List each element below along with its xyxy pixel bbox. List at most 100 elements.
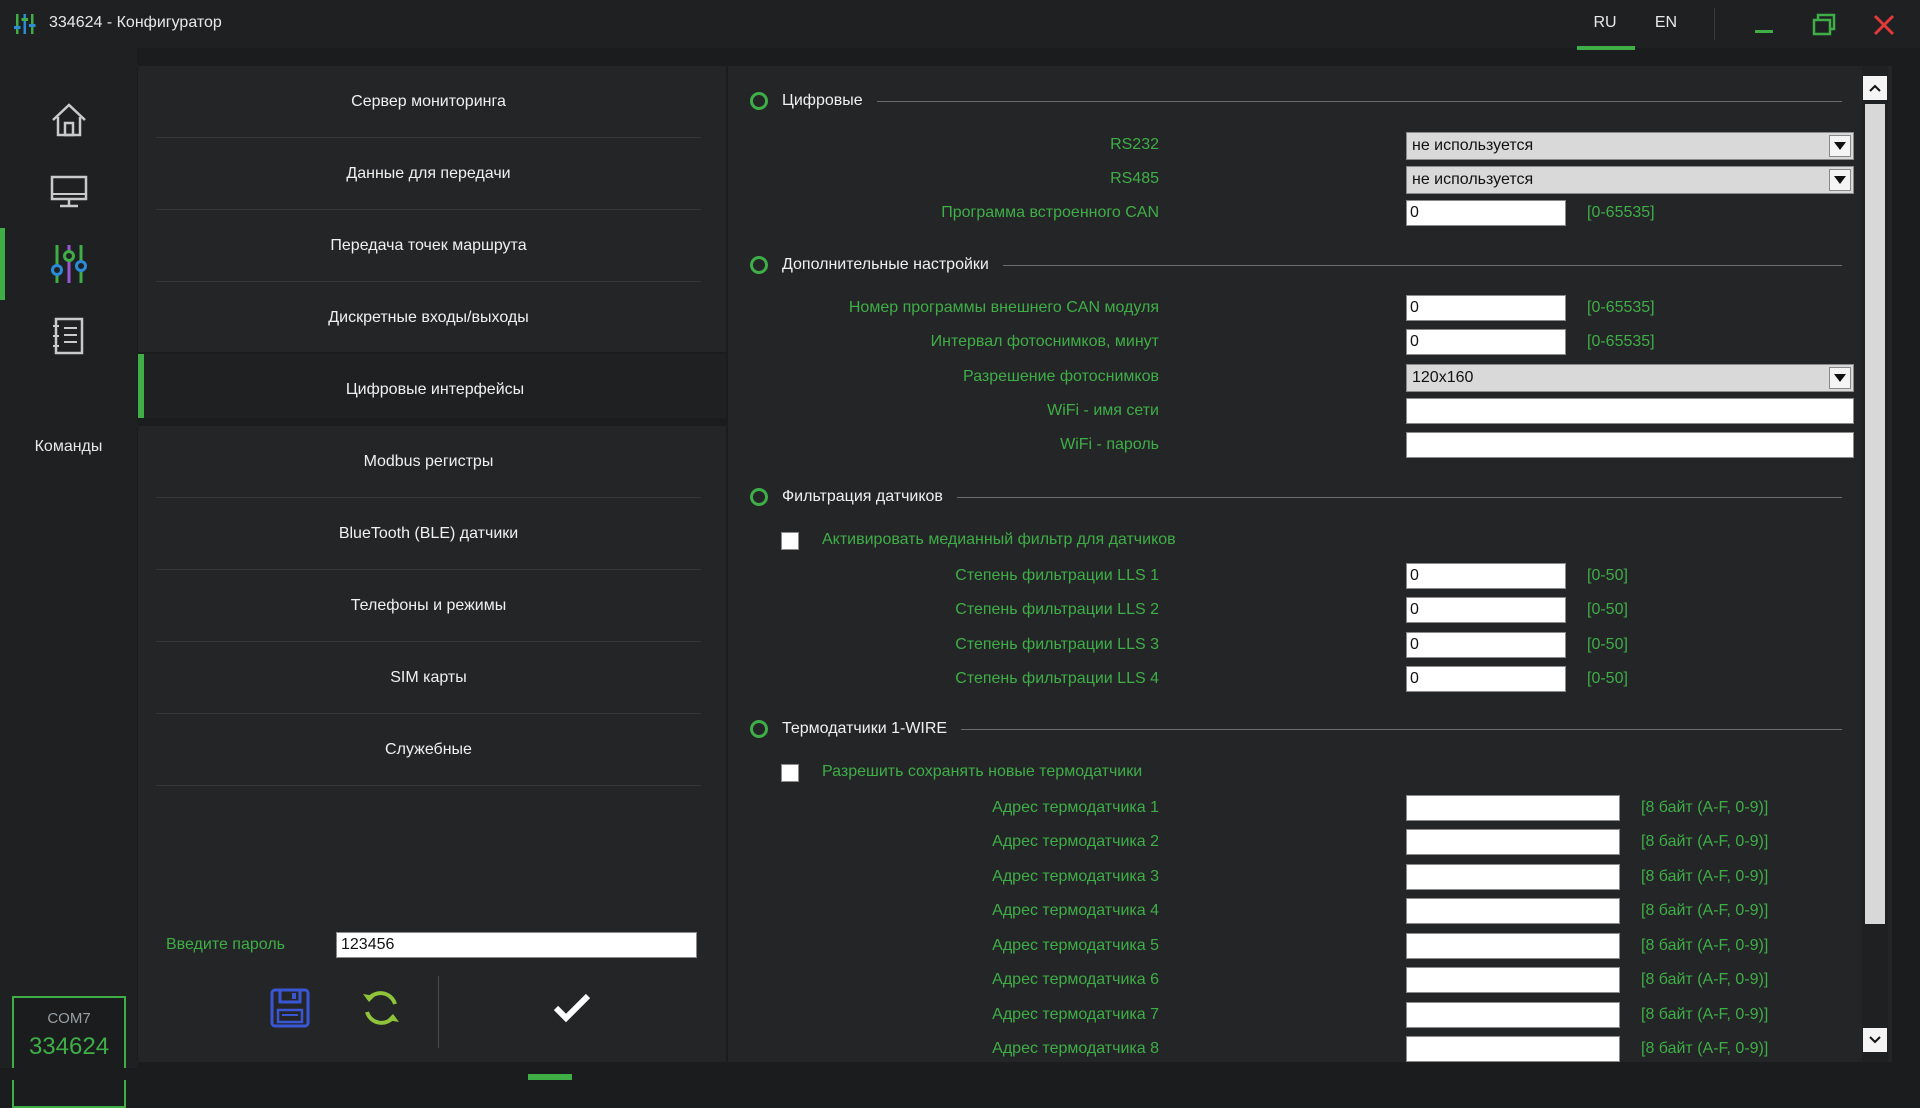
chevron-down-icon[interactable] <box>1829 367 1851 389</box>
lls-filter-range: [0-50] <box>1587 636 1628 653</box>
content-scrollbar[interactable] <box>1862 66 1888 1062</box>
lls-filter-label: Степень фильтрации LLS 1 <box>955 567 1159 584</box>
lls-filter-label: Степень фильтрации LLS 2 <box>955 601 1159 618</box>
sliders-icon <box>50 245 87 283</box>
device-number: 334624 <box>28 1033 110 1060</box>
photo-interval-input[interactable] <box>1406 329 1566 355</box>
active-language-indicator <box>1577 46 1635 50</box>
thermo-address-input[interactable] <box>1406 795 1620 821</box>
ext-can-input[interactable] <box>1406 295 1566 321</box>
median-filter-label[interactable]: Активировать медианный фильтр для датчик… <box>822 531 1176 549</box>
thermo-address-format: [8 байт (A-F, 0-9)] <box>1641 833 1769 850</box>
section-radio[interactable] <box>750 256 768 274</box>
thermo-address-format: [8 байт (A-F, 0-9)] <box>1641 902 1769 919</box>
lls-filter-range: [0-50] <box>1587 670 1628 687</box>
thermo-address-input[interactable] <box>1406 1002 1620 1028</box>
status-bar <box>0 1068 1920 1080</box>
settings-menu: Сервер мониторинга Данные для передачи П… <box>138 66 726 1062</box>
section-digital[interactable]: Цифровые <box>750 90 1842 112</box>
thermo-address-input[interactable] <box>1406 829 1620 855</box>
sidebar-commands-label: Команды <box>34 438 103 455</box>
menu-item-phones-modes[interactable]: Телефоны и режимы <box>156 570 701 642</box>
thermo-address-input[interactable] <box>1406 933 1620 959</box>
language-en-tab[interactable]: EN <box>1636 14 1696 32</box>
can-program-input[interactable] <box>1406 200 1566 226</box>
sidebar-item-settings[interactable] <box>0 228 137 300</box>
photo-interval-range: [0-65535] <box>1587 333 1655 350</box>
ext-can-label: Номер программы внешнего CAN модуля <box>848 299 1159 316</box>
status-indicator <box>528 1074 572 1080</box>
save-icon[interactable] <box>268 986 312 1030</box>
wifi-password-input[interactable] <box>1406 432 1854 458</box>
sidebar-item-monitor[interactable] <box>0 156 137 228</box>
menu-item-modbus-registers[interactable]: Modbus регистры <box>156 426 701 498</box>
scrollbar-thumb[interactable] <box>1865 104 1885 924</box>
photo-resolution-label: Разрешение фотоснимков <box>963 368 1159 385</box>
refresh-icon[interactable] <box>359 986 403 1030</box>
thermo-address-format: [8 байт (A-F, 0-9)] <box>1641 868 1769 885</box>
thermo-address-format: [8 байт (A-F, 0-9)] <box>1641 799 1769 816</box>
language-ru-tab[interactable]: RU <box>1575 14 1635 32</box>
thermo-address-input[interactable] <box>1406 864 1620 890</box>
menu-item-transfer-data[interactable]: Данные для передачи <box>156 138 701 210</box>
thermo-address-format: [8 байт (A-F, 0-9)] <box>1641 1006 1769 1023</box>
thermo-address-input[interactable] <box>1406 967 1620 993</box>
chevron-down-icon[interactable] <box>1829 135 1851 157</box>
scroll-up-icon[interactable] <box>1863 76 1887 100</box>
main-sidebar: Команды COM7 334624 v. 5 <box>0 48 137 1108</box>
password-input[interactable] <box>336 932 697 958</box>
restore-window-icon[interactable] <box>1809 10 1839 40</box>
section-radio[interactable] <box>750 488 768 506</box>
menu-item-monitoring-server[interactable]: Сервер мониторинга <box>156 66 701 138</box>
lls-filter-input[interactable] <box>1406 563 1566 589</box>
scroll-down-icon[interactable] <box>1863 1028 1887 1052</box>
checkmark-icon[interactable] <box>550 986 594 1030</box>
title-bar: 334624 - Конфигуратор RU EN <box>0 0 1920 50</box>
thermo-address-label: Адрес термодатчика 2 <box>992 833 1159 850</box>
rs485-value: не используется <box>1412 171 1534 188</box>
section-sensor-filter[interactable]: Фильтрация датчиков <box>750 486 1842 508</box>
rs232-select[interactable]: не используется <box>1406 132 1854 160</box>
thermo-address-label: Адрес термодатчика 4 <box>992 902 1159 919</box>
minimize-icon[interactable] <box>1749 10 1779 40</box>
lls-filter-input[interactable] <box>1406 666 1566 692</box>
thermo-address-label: Адрес термодатчика 8 <box>992 1040 1159 1057</box>
photo-resolution-select[interactable]: 120x160 <box>1406 364 1854 392</box>
menu-item-service[interactable]: Служебные <box>156 714 701 786</box>
section-divider <box>1002 264 1842 266</box>
lls-filter-input[interactable] <box>1406 597 1566 623</box>
section-radio[interactable] <box>750 720 768 738</box>
menu-item-route-points[interactable]: Передача точек маршрута <box>156 210 701 282</box>
password-label: Введите пароль <box>166 936 285 953</box>
wifi-password-label: WiFi - пароль <box>1060 436 1159 453</box>
section-extra-settings[interactable]: Дополнительные настройки <box>750 254 1842 276</box>
lls-filter-label: Степень фильтрации LLS 3 <box>955 636 1159 653</box>
menu-item-digital-interfaces[interactable]: Цифровые интерфейсы <box>138 354 726 426</box>
section-divider <box>956 496 1842 498</box>
chevron-down-icon[interactable] <box>1829 169 1851 191</box>
section-title: Фильтрация датчиков <box>782 488 943 505</box>
menu-item-sim-cards[interactable]: SIM карты <box>156 642 701 714</box>
allow-new-thermo-checkbox[interactable] <box>781 764 799 782</box>
menu-item-ble-sensors[interactable]: BlueTooth (BLE) датчики <box>156 498 701 570</box>
thermo-address-format: [8 байт (A-F, 0-9)] <box>1641 971 1769 988</box>
can-program-label: Программа встроенного CAN <box>941 204 1159 221</box>
close-icon[interactable] <box>1869 10 1899 40</box>
sidebar-item-home[interactable] <box>0 84 137 156</box>
rs485-select[interactable]: не используется <box>1406 166 1854 194</box>
rs232-label: RS232 <box>1110 136 1159 153</box>
wifi-name-input[interactable] <box>1406 398 1854 424</box>
thermo-address-input[interactable] <box>1406 898 1620 924</box>
monitor-icon <box>50 175 87 208</box>
lls-filter-label: Степень фильтрации LLS 4 <box>955 670 1159 687</box>
lls-filter-input[interactable] <box>1406 632 1566 658</box>
median-filter-checkbox[interactable] <box>781 532 799 550</box>
lls-filter-range: [0-50] <box>1587 601 1628 618</box>
section-radio[interactable] <box>750 92 768 110</box>
menu-item-discrete-io[interactable]: Дискретные входы/выходы <box>156 282 701 354</box>
menu-gap <box>138 418 726 426</box>
section-thermo-sensors[interactable]: Термодатчики 1-WIRE <box>750 718 1842 740</box>
sidebar-item-commands[interactable] <box>0 300 137 372</box>
allow-new-thermo-label[interactable]: Разрешить сохранять новые термодатчики <box>822 763 1142 781</box>
thermo-address-input[interactable] <box>1406 1036 1620 1062</box>
